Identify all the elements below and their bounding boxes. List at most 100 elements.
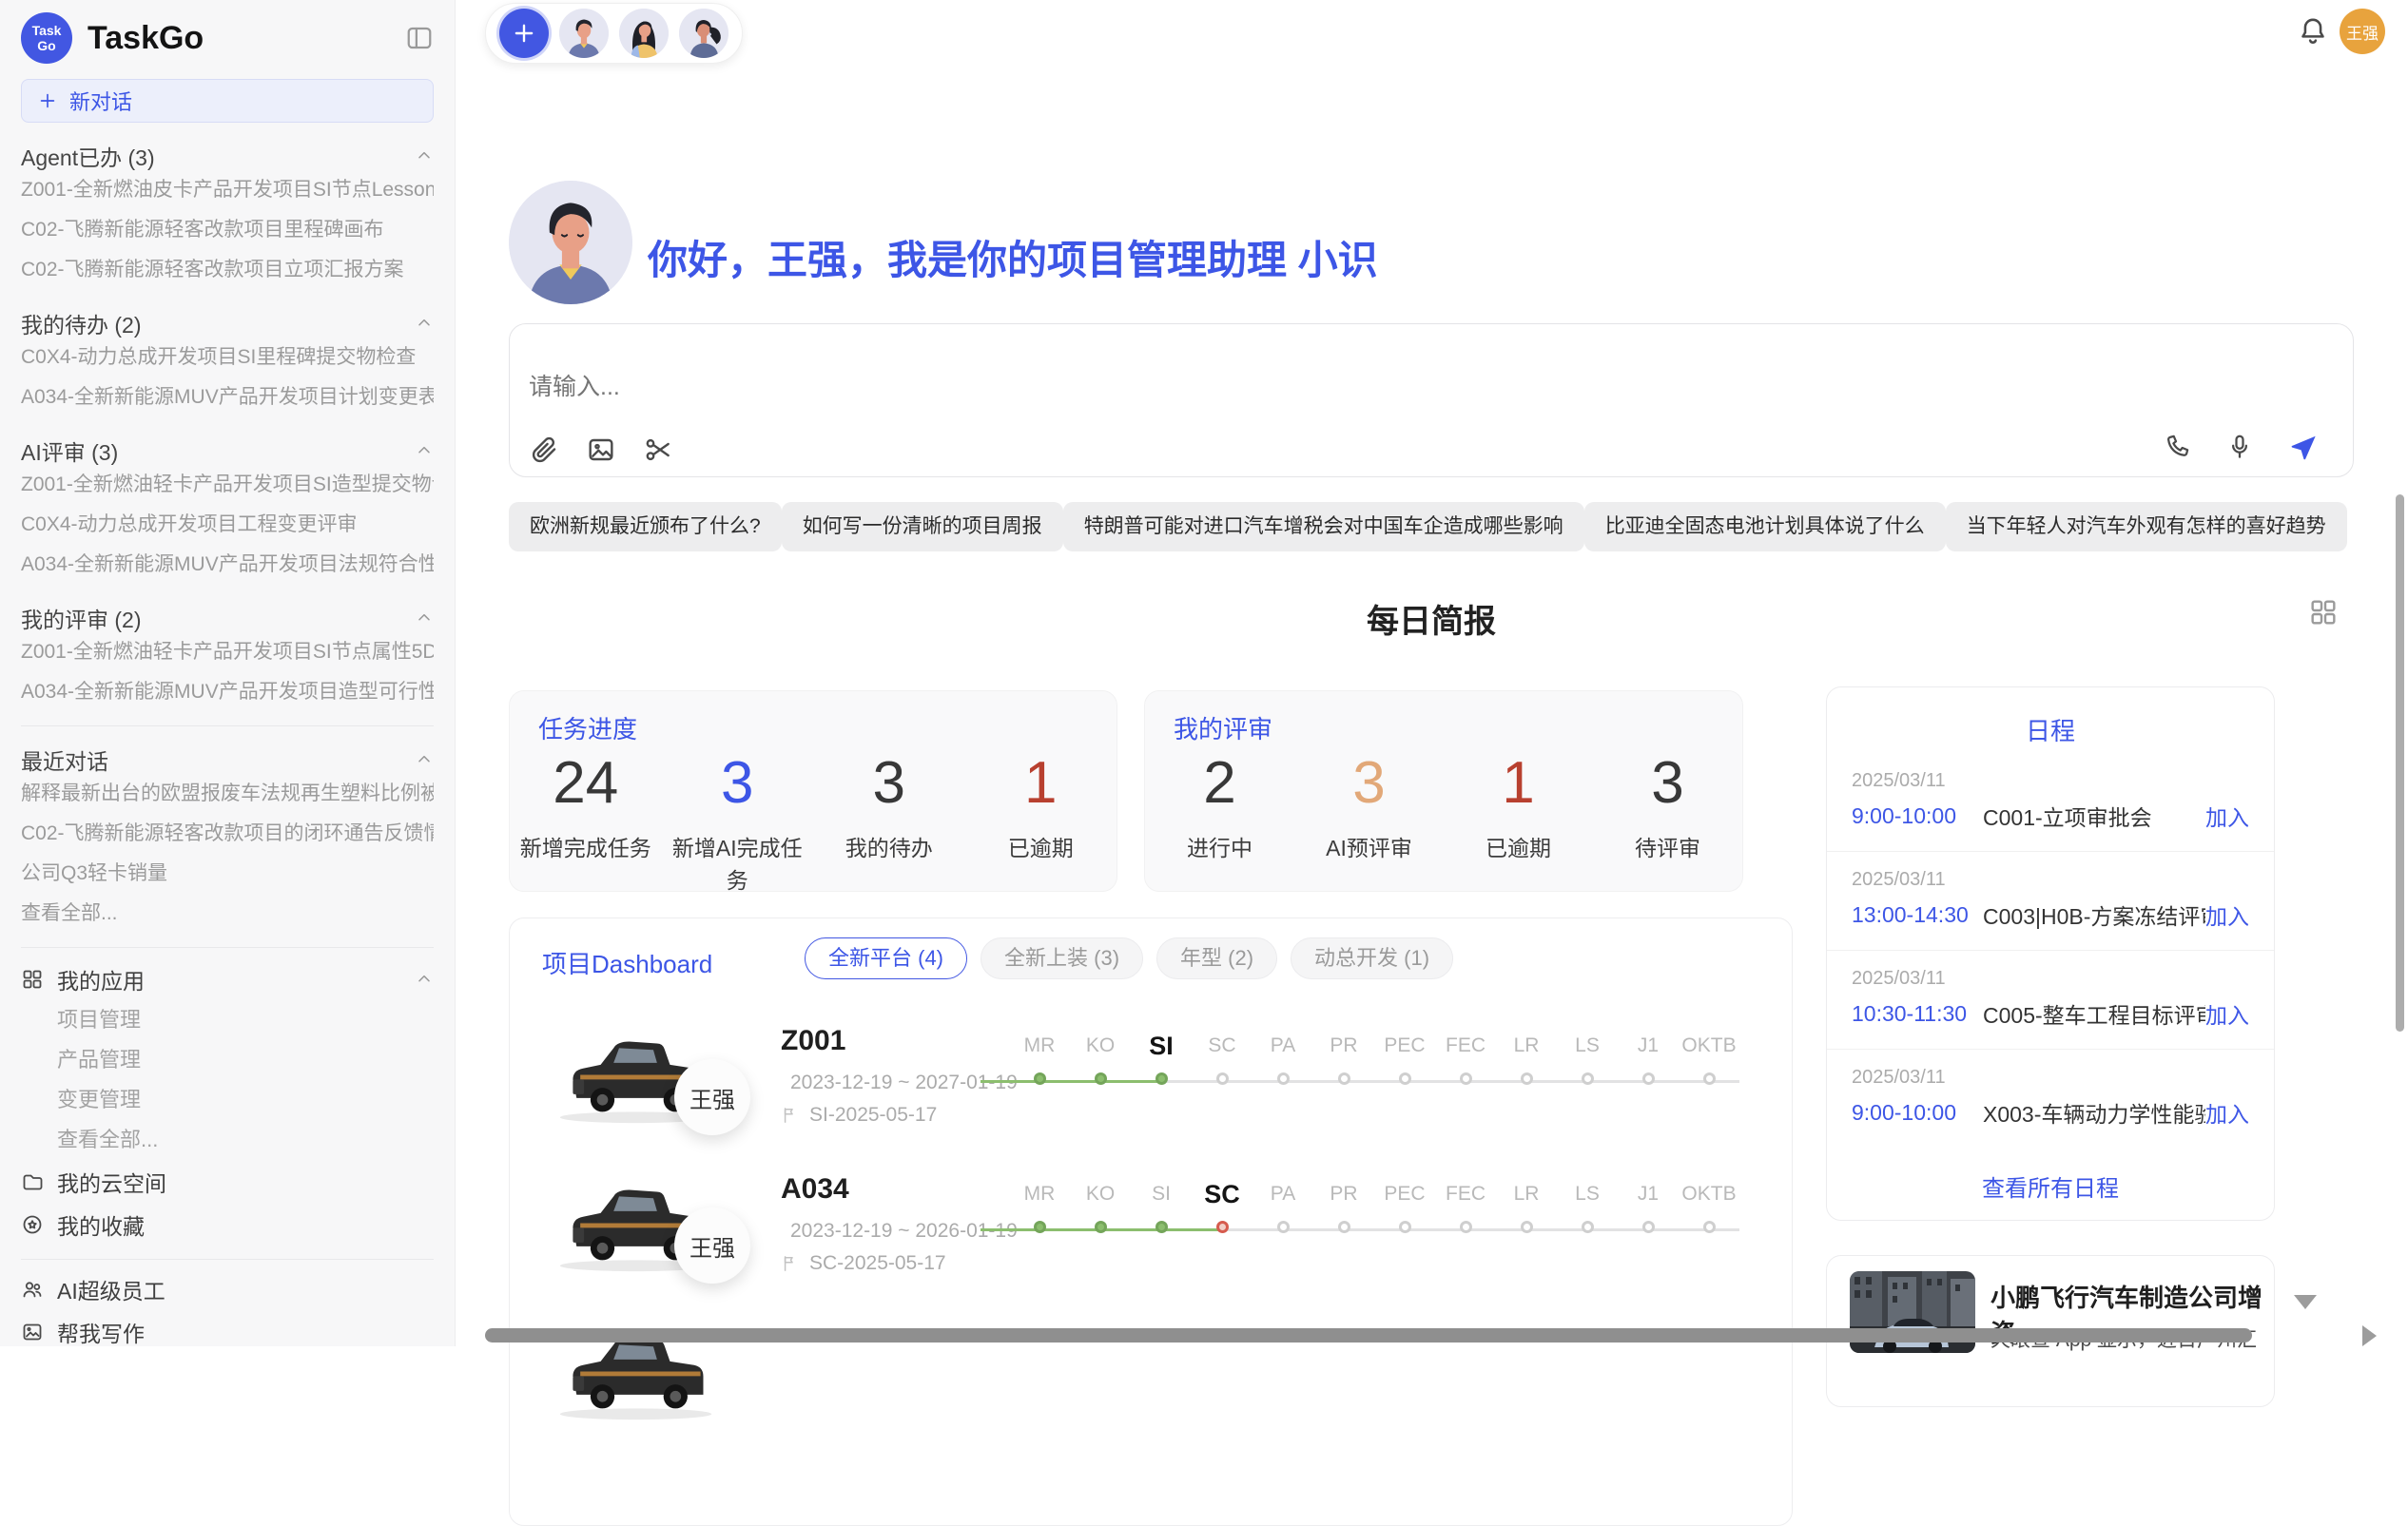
app-subitem[interactable]: 查看全部... [21, 1120, 434, 1160]
dashboard-tab[interactable]: 动总开发 (1) [1291, 937, 1453, 979]
chat-input[interactable] [529, 374, 1860, 401]
recent-chat-item[interactable]: C02-飞腾新能源轻客改款项目的闭环通告反馈情况 [21, 814, 434, 854]
sidebar-item-my-apps[interactable]: 我的应用 [21, 957, 434, 1000]
join-meeting-link[interactable]: 加入 [2205, 898, 2249, 931]
screenshot-button[interactable] [643, 435, 673, 465]
dashboard-tab[interactable]: 年型 (2) [1156, 937, 1277, 979]
project-name: Z001 [781, 1025, 1009, 1057]
voice-call-button[interactable] [2163, 433, 2193, 463]
stat-label: 待评审 [1593, 830, 1742, 862]
notifications-button[interactable] [2297, 15, 2331, 49]
chevron-up-icon[interactable] [415, 146, 434, 165]
project-row-z001[interactable]: 王强 Z001 2023-12-19 ~ 2027-01-19 S [510, 1014, 1792, 1162]
milestone-label: KO [1070, 1175, 1131, 1213]
chevron-up-icon[interactable] [415, 608, 434, 628]
milestone-label: SI [1131, 1027, 1192, 1065]
logo-line2: Go [37, 38, 55, 53]
sidebar-item-help-me-write[interactable]: 帮我写作 [21, 1310, 434, 1346]
sidebar-task-item[interactable]: C02-飞腾新能源轻客改款项目里程碑画布 [21, 210, 434, 250]
schedule-list: 2025/03/11 9:00-10:00 C001-立项审批会 加入 2025… [1827, 770, 2274, 1129]
join-meeting-link[interactable]: 加入 [2205, 997, 2249, 1030]
agent-avatar-1[interactable] [559, 9, 609, 58]
suggestion-chip[interactable]: 比亚迪全固态电池计划具体说了什么 [1584, 502, 1946, 551]
suggestion-chip[interactable]: 特朗普可能对进口汽车增税会对中国车企造成哪些影响 [1063, 502, 1584, 551]
sidebar-task-item[interactable]: C02-飞腾新能源轻客改款项目立项汇报方案 [21, 250, 434, 290]
sidebar-collapse-button[interactable] [403, 22, 436, 54]
agent-avatar-3[interactable] [679, 9, 728, 58]
milestone: FEC [1435, 1027, 1496, 1114]
sidebar-task-item[interactable]: A034-全新新能源MUV产品开发项目计划变更表编写 [21, 377, 434, 417]
dashboard-tab[interactable]: 全新平台 (4) [805, 937, 967, 979]
attach-file-button[interactable] [529, 435, 559, 465]
stat-label: 我的待办 [813, 830, 965, 862]
sidebar-task-item[interactable]: C0X4-动力总成开发项目工程变更评审 [21, 505, 434, 545]
stat-value: 3 [1294, 749, 1444, 817]
suggestion-chip[interactable]: 如何写一份清晰的项目周报 [782, 502, 1063, 551]
recent-chat-item[interactable]: 查看全部... [21, 894, 434, 934]
dashboard-tab[interactable]: 全新上装 (3) [981, 937, 1143, 979]
milestone-track: MR KO SI SC PA PR [1009, 1175, 1739, 1263]
sidebar-task-item[interactable]: Z001-全新燃油轻卡产品开发项目SI造型提交物评审 [21, 465, 434, 505]
sidebar-task-item[interactable]: Z001-全新燃油皮卡产品开发项目SI节点Lesson Learn报告 [21, 170, 434, 210]
section-ai-review: AI评审 (3) [21, 436, 434, 465]
milestone-track: MR KO SI SC PA PR [1009, 1027, 1739, 1114]
user-avatar[interactable]: 王强 [2340, 9, 2385, 54]
agent-avatar-2[interactable] [619, 9, 669, 58]
truck-image [553, 1416, 719, 1432]
app-subitem[interactable]: 产品管理 [21, 1040, 434, 1080]
view-all-schedule-link[interactable]: 查看所有日程 [1827, 1169, 2274, 1203]
milestone-dot [1460, 1221, 1472, 1233]
scroll-down-arrow[interactable] [2294, 1295, 2317, 1309]
new-chat-button[interactable]: 新对话 [21, 79, 434, 123]
layout-grid-button[interactable] [2308, 597, 2339, 628]
stat-value: 24 [510, 749, 662, 817]
sidebar-header: Task Go TaskGo [0, 0, 455, 69]
milestone: PA [1253, 1027, 1313, 1114]
section-title: AI评审 (3) [21, 435, 118, 467]
ai-super-staff-label: AI超级员工 [57, 1273, 165, 1305]
sidebar-task-item[interactable]: A034-全新新能源MUV产品开发项目法规符合性评审 [21, 545, 434, 585]
recent-chat-items: 解释最新出台的欧盟报废车法规再生塑料比例被调至15%...C02-飞腾新能源轻客… [21, 774, 434, 934]
chevron-up-icon[interactable] [415, 750, 434, 769]
milestone-label: PEC [1374, 1175, 1435, 1213]
flag-icon [781, 1254, 800, 1273]
horizontal-scrollbar[interactable] [485, 1328, 2252, 1342]
milestone: PR [1313, 1175, 1374, 1263]
suggestion-chip[interactable]: 当下年轻人对汽车外观有怎样的喜好趋势 [1946, 502, 2347, 551]
sidebar-item-favorites[interactable]: 我的收藏 [21, 1203, 434, 1246]
app-subitem[interactable]: 项目管理 [21, 1000, 434, 1040]
schedule-time: 13:00-14:30 [1852, 902, 1983, 928]
send-button[interactable] [2288, 433, 2319, 463]
sidebar-task-item[interactable]: C0X4-动力总成开发项目SI里程碑提交物检查 [21, 338, 434, 377]
milestone: LS [1557, 1027, 1618, 1114]
recent-chat-item[interactable]: 公司Q3轻卡销量 [21, 854, 434, 894]
join-meeting-link[interactable]: 加入 [2205, 800, 2249, 832]
sidebar-item-ai-super-staff[interactable]: AI超级员工 [21, 1267, 434, 1310]
vertical-scrollbar[interactable] [2396, 494, 2404, 1032]
milestone-dot [1703, 1221, 1716, 1233]
project-row-a034[interactable]: 王强 A034 2023-12-19 ~ 2026-01-19 S [510, 1162, 1792, 1310]
sidebar-task-item[interactable]: Z001-全新燃油轻卡产品开发项目SI节点属性5D文件评审 [21, 632, 434, 672]
stat-new-ai-done: 3 新增AI完成任务 [662, 749, 814, 895]
add-agent-button[interactable] [499, 9, 549, 58]
suggestion-chip[interactable]: 欧洲新规最近颁布了什么? [509, 502, 782, 551]
sidebar-item-cloud-space[interactable]: 我的云空间 [21, 1160, 434, 1203]
scroll-right-arrow[interactable] [2362, 1325, 2377, 1346]
chevron-up-icon[interactable] [415, 441, 434, 460]
milestone-dot [1703, 1072, 1716, 1085]
milestone: LS [1557, 1175, 1618, 1263]
chevron-up-icon[interactable] [415, 314, 434, 333]
sidebar-task-item[interactable]: A034-全新新能源MUV产品开发项目造型可行性评审 [21, 672, 434, 712]
my-apps-label: 我的应用 [57, 963, 145, 995]
assistant-avatar [509, 181, 632, 304]
schedule-event-name: C005-整车工程目标评审 [1983, 997, 2205, 1030]
join-meeting-link[interactable]: 加入 [2205, 1096, 2249, 1129]
app-subitem[interactable]: 变更管理 [21, 1080, 434, 1120]
insert-image-button[interactable] [586, 435, 616, 465]
microphone-button[interactable] [2225, 433, 2256, 463]
recent-chat-item[interactable]: 解释最新出台的欧盟报废车法规再生塑料比例被调至15%... [21, 774, 434, 814]
grid-icon [2308, 597, 2339, 628]
help-me-write-label: 帮我写作 [57, 1316, 145, 1347]
milestone-label: MR [1009, 1027, 1070, 1065]
chevron-up-icon[interactable] [415, 970, 434, 989]
